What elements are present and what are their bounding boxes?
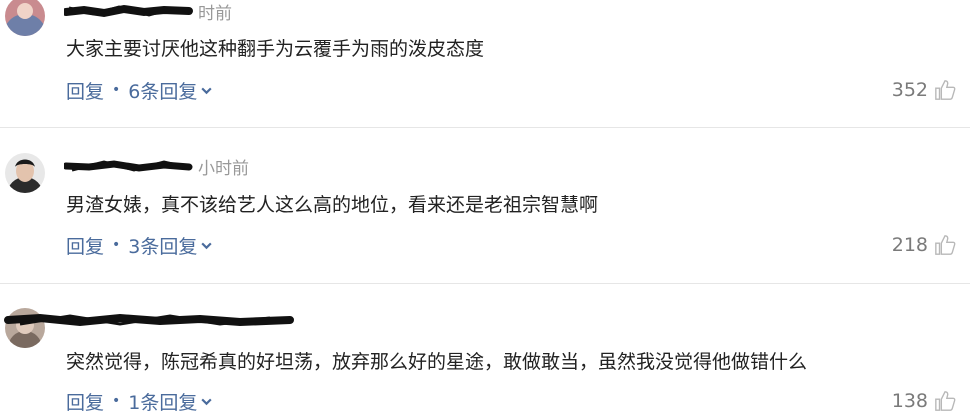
view-replies-link[interactable]: 6条回复 [128, 77, 197, 104]
comment-text: 男渣女婊，真不该给艺人这么高的地位，看来还是老祖宗智慧啊 [66, 194, 599, 216]
chevron-down-icon[interactable] [200, 239, 213, 252]
like-control[interactable]: 138 [892, 389, 956, 413]
comment-text: 突然觉得，陈冠希真的好坦荡，放弃那么好的星途，敢做敢当，虽然我没觉得他做错什么 [66, 351, 808, 373]
redacted-username [64, 4, 193, 18]
separator-dot: • [112, 237, 121, 253]
thumbs-up-icon[interactable] [934, 79, 956, 101]
view-replies-link[interactable]: 3条回复 [128, 232, 197, 259]
like-count: 218 [891, 234, 928, 256]
like-count: 352 [891, 79, 928, 101]
comment-actions: 回复 • 6条回复 [66, 77, 213, 104]
thumbs-up-icon[interactable] [934, 390, 956, 412]
avatar[interactable] [5, 0, 45, 36]
view-replies-link[interactable]: 1条回复 [128, 388, 197, 415]
chevron-down-icon[interactable] [200, 84, 213, 97]
thumbs-up-icon[interactable] [934, 234, 956, 256]
comment-meta: 小时前 [64, 155, 249, 179]
comment-actions: 回复 • 1条回复 [66, 388, 213, 415]
reply-button[interactable]: 回复 [66, 388, 104, 415]
user-avatar-icon [5, 0, 45, 36]
redacted-username [4, 313, 294, 327]
separator-dot: • [112, 82, 121, 98]
chevron-down-icon[interactable] [200, 395, 213, 408]
comment-time: 时前 [198, 3, 232, 24]
like-count: 138 [891, 390, 928, 412]
redacted-username [64, 160, 193, 172]
comment-text: 大家主要讨厌他这种翻手为云覆手为雨的泼皮态度 [66, 38, 485, 60]
comment-divider [0, 283, 970, 284]
separator-dot: • [112, 393, 121, 409]
comment-actions: 回复 • 3条回复 [66, 232, 213, 259]
user-avatar-icon [5, 153, 45, 193]
comment-meta: 时前 [64, 0, 232, 24]
comment-divider [0, 127, 970, 128]
avatar[interactable] [5, 153, 45, 193]
comment-meta [0, 309, 300, 331]
like-control[interactable]: 218 [892, 233, 956, 257]
comment-time: 小时前 [198, 158, 249, 179]
like-control[interactable]: 352 [892, 78, 956, 102]
reply-button[interactable]: 回复 [66, 232, 104, 259]
reply-button[interactable]: 回复 [66, 77, 104, 104]
